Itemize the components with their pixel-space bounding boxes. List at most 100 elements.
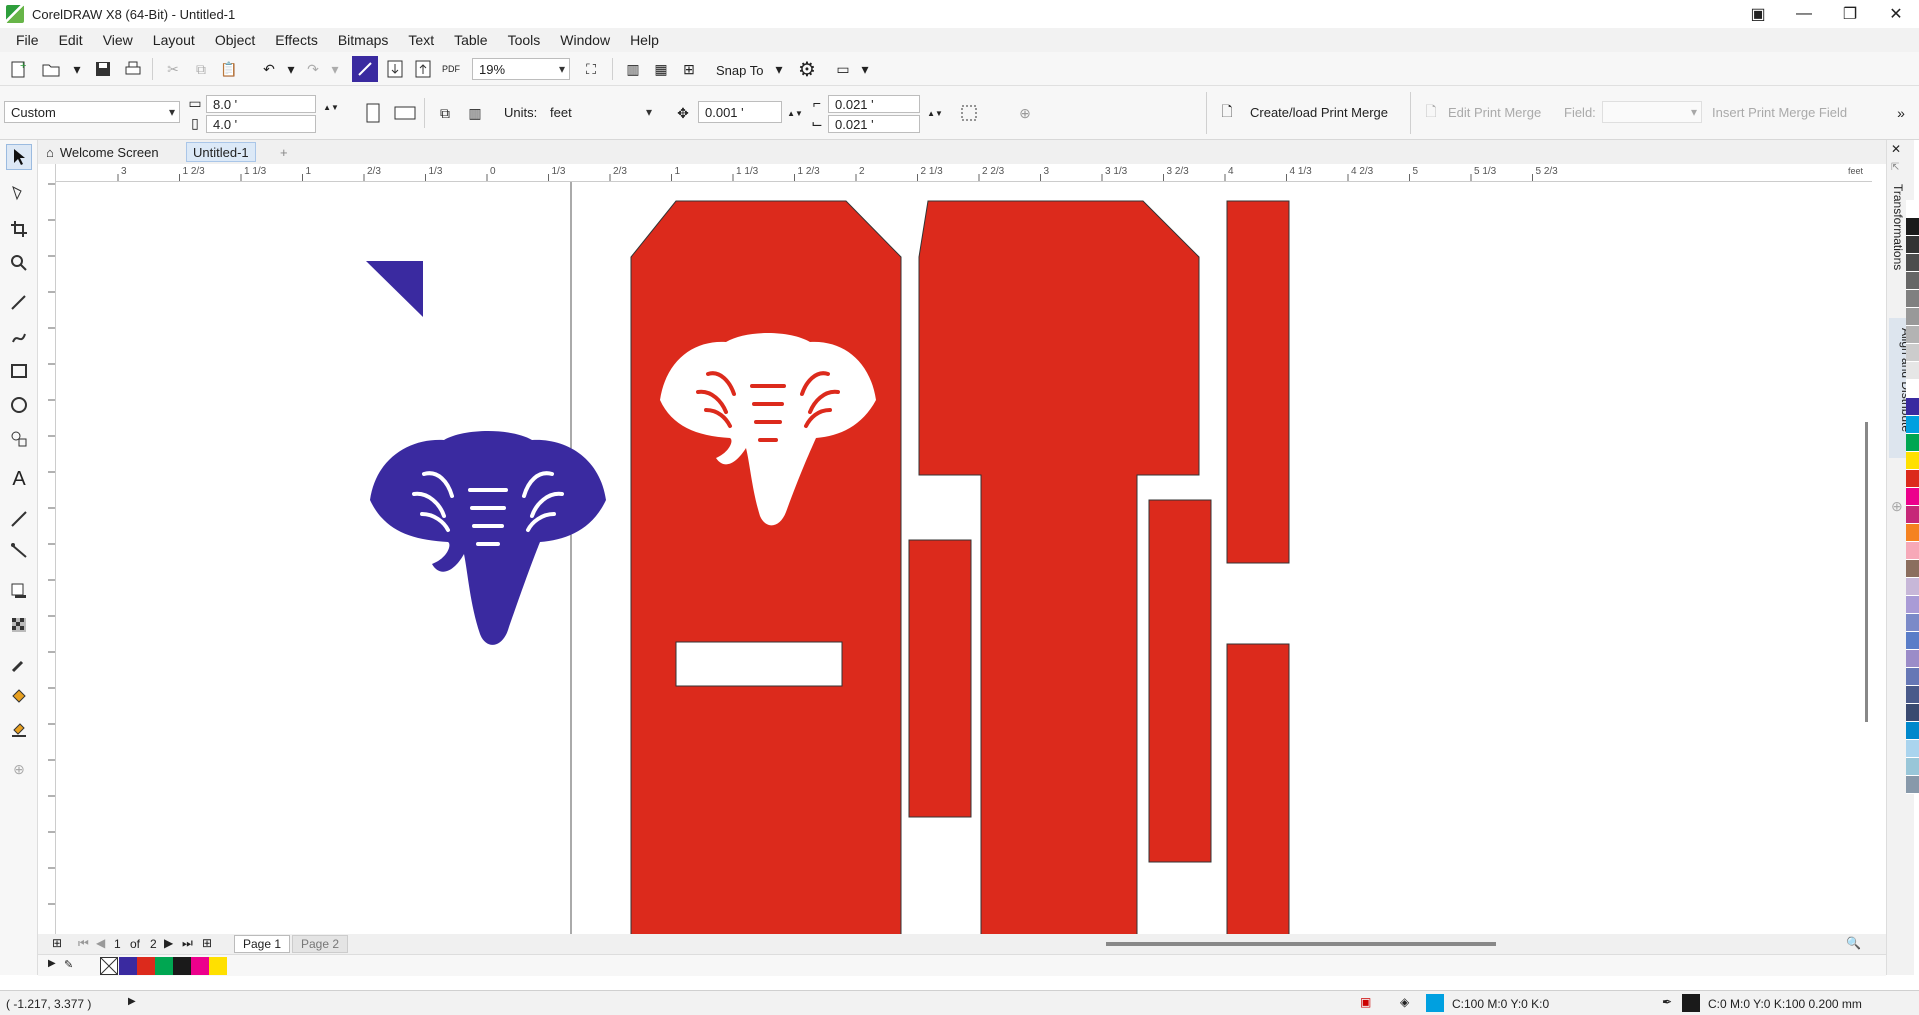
palette-swatch[interactable]: [1906, 380, 1919, 398]
palette-swatch[interactable]: [1906, 254, 1919, 272]
palette-swatch[interactable]: [1906, 668, 1919, 686]
eyedropper-icon[interactable]: [6, 652, 32, 678]
maximize-button[interactable]: ❐: [1827, 0, 1873, 28]
rectangle-tool-icon[interactable]: [6, 358, 32, 384]
fill-color-swatch[interactable]: [1426, 994, 1444, 1012]
palette-swatch[interactable]: [1906, 488, 1919, 506]
palette-swatch[interactable]: [1906, 326, 1919, 344]
color-proof-icon[interactable]: ▣: [1360, 995, 1371, 1009]
save-icon[interactable]: [90, 56, 116, 82]
prev-page-icon[interactable]: ◀: [96, 936, 105, 950]
import-icon[interactable]: [382, 56, 408, 82]
guidelines-icon[interactable]: ⊞: [676, 56, 702, 82]
nudge-distance-field[interactable]: 0.001 ': [698, 101, 782, 123]
minimize-button[interactable]: —: [1781, 0, 1827, 28]
next-page-icon[interactable]: ▶: [164, 936, 173, 950]
create-print-merge-button[interactable]: Create/load Print Merge: [1250, 105, 1388, 120]
insert-print-merge-field-button[interactable]: Insert Print Merge Field: [1712, 105, 1847, 120]
publish-pdf-icon[interactable]: PDF: [438, 56, 464, 82]
palette-swatch[interactable]: [1906, 722, 1919, 740]
menu-tools[interactable]: Tools: [498, 32, 551, 48]
palette-arrow-icon[interactable]: ▶: [48, 958, 56, 969]
document-swatch[interactable]: [209, 957, 227, 975]
rulers-icon[interactable]: ▥: [620, 56, 646, 82]
cut-icon[interactable]: ✂: [160, 56, 186, 82]
red-panel-front[interactable]: [630, 200, 902, 934]
all-pages-icon[interactable]: ⧉: [432, 100, 458, 126]
palette-swatch[interactable]: [1906, 632, 1919, 650]
spin-buttons[interactable]: ▲▼: [318, 94, 344, 120]
new-tab-icon[interactable]: +: [274, 142, 294, 162]
zoom-to-page-icon[interactable]: ⛶: [578, 56, 604, 82]
app-launcher-dropdown-icon[interactable]: ▾: [852, 56, 878, 82]
snap-dropdown-icon[interactable]: ▾: [766, 56, 792, 82]
connector-tool-icon[interactable]: [6, 538, 32, 564]
palette-swatch[interactable]: [1906, 398, 1919, 416]
nudge-spin[interactable]: ▲▼: [782, 100, 808, 126]
palette-swatch[interactable]: [1906, 758, 1919, 776]
drop-shadow-icon[interactable]: [6, 578, 32, 604]
horizontal-scrollbar-thumb[interactable]: [1106, 942, 1496, 946]
outline-color-swatch[interactable]: [1682, 994, 1700, 1012]
document-swatch[interactable]: [191, 957, 209, 975]
zoom-tool-icon[interactable]: [6, 250, 32, 276]
merge-field-select[interactable]: [1602, 101, 1702, 123]
palette-swatch[interactable]: [1906, 524, 1919, 542]
palette-swatch[interactable]: [1906, 218, 1919, 236]
page-border-icon[interactable]: [956, 100, 982, 126]
palette-swatch[interactable]: [1906, 236, 1919, 254]
docker-tab-transformations[interactable]: Transformations: [1891, 184, 1905, 270]
menu-table[interactable]: Table: [444, 32, 497, 48]
drawing-canvas[interactable]: [56, 182, 1872, 934]
redo-dropdown-icon[interactable]: ▾: [322, 56, 348, 82]
user-icon[interactable]: ▣: [1735, 0, 1781, 28]
document-swatch[interactable]: [137, 957, 155, 975]
page-tab-2[interactable]: Page 2: [292, 935, 349, 953]
page-size-select[interactable]: Custom: [4, 101, 180, 123]
palette-swatch[interactable]: [1906, 506, 1919, 524]
red-strip-bottom-right[interactable]: [1226, 643, 1290, 934]
document-swatch[interactable]: [155, 957, 173, 975]
blue-triangle[interactable]: [366, 261, 423, 317]
red-strip-left[interactable]: [908, 539, 972, 818]
print-icon[interactable]: [120, 56, 146, 82]
new-document-icon[interactable]: +: [6, 56, 32, 82]
landscape-icon[interactable]: [392, 100, 418, 126]
menu-effects[interactable]: Effects: [265, 32, 328, 48]
document-swatch[interactable]: [173, 957, 191, 975]
page-height-field[interactable]: 4.0 ': [206, 115, 316, 133]
export-icon[interactable]: [410, 56, 436, 82]
smart-fill-icon[interactable]: [6, 716, 32, 742]
palette-swatch[interactable]: [1906, 290, 1919, 308]
options-gear-icon[interactable]: ⚙: [794, 56, 820, 82]
white-label-rect[interactable]: [675, 641, 843, 687]
palette-swatch[interactable]: [1906, 686, 1919, 704]
crop-tool-icon[interactable]: [6, 216, 32, 242]
palette-swatch[interactable]: [1906, 596, 1919, 614]
palette-swatch[interactable]: [1906, 776, 1919, 794]
menu-layout[interactable]: Layout: [143, 32, 205, 48]
page-tab-1[interactable]: Page 1: [234, 935, 291, 953]
red-strip-top-right[interactable]: [1226, 200, 1290, 564]
tab-welcome-screen[interactable]: ⌂ Welcome Screen: [40, 142, 165, 162]
open-dropdown-icon[interactable]: ▾: [64, 56, 90, 82]
interactive-fill-icon[interactable]: [6, 684, 32, 710]
palette-swatch[interactable]: [1906, 272, 1919, 290]
search-content-icon[interactable]: [352, 56, 378, 82]
no-color-swatch[interactable]: [100, 957, 118, 975]
text-tool-icon[interactable]: A: [6, 466, 32, 492]
duplicate-spin[interactable]: ▲▼: [922, 100, 948, 126]
palette-swatch[interactable]: [1906, 416, 1919, 434]
fill-tool-icon[interactable]: ◈: [1400, 995, 1409, 1009]
outline-pen-icon[interactable]: ✒: [1662, 995, 1672, 1009]
current-page-icon[interactable]: ▥: [462, 100, 488, 126]
eyedropper-small-icon[interactable]: ✎: [64, 958, 73, 971]
menu-help[interactable]: Help: [620, 32, 669, 48]
zoom-level-select[interactable]: 19%: [472, 58, 570, 80]
customize-toolbox-icon[interactable]: ⊕: [6, 756, 32, 782]
ellipse-tool-icon[interactable]: [6, 392, 32, 418]
duplicate-x-field[interactable]: 0.021 ': [828, 95, 920, 113]
tab-untitled-1[interactable]: Untitled-1: [186, 142, 256, 162]
palette-swatch[interactable]: [1906, 560, 1919, 578]
palette-swatch[interactable]: [1906, 650, 1919, 668]
